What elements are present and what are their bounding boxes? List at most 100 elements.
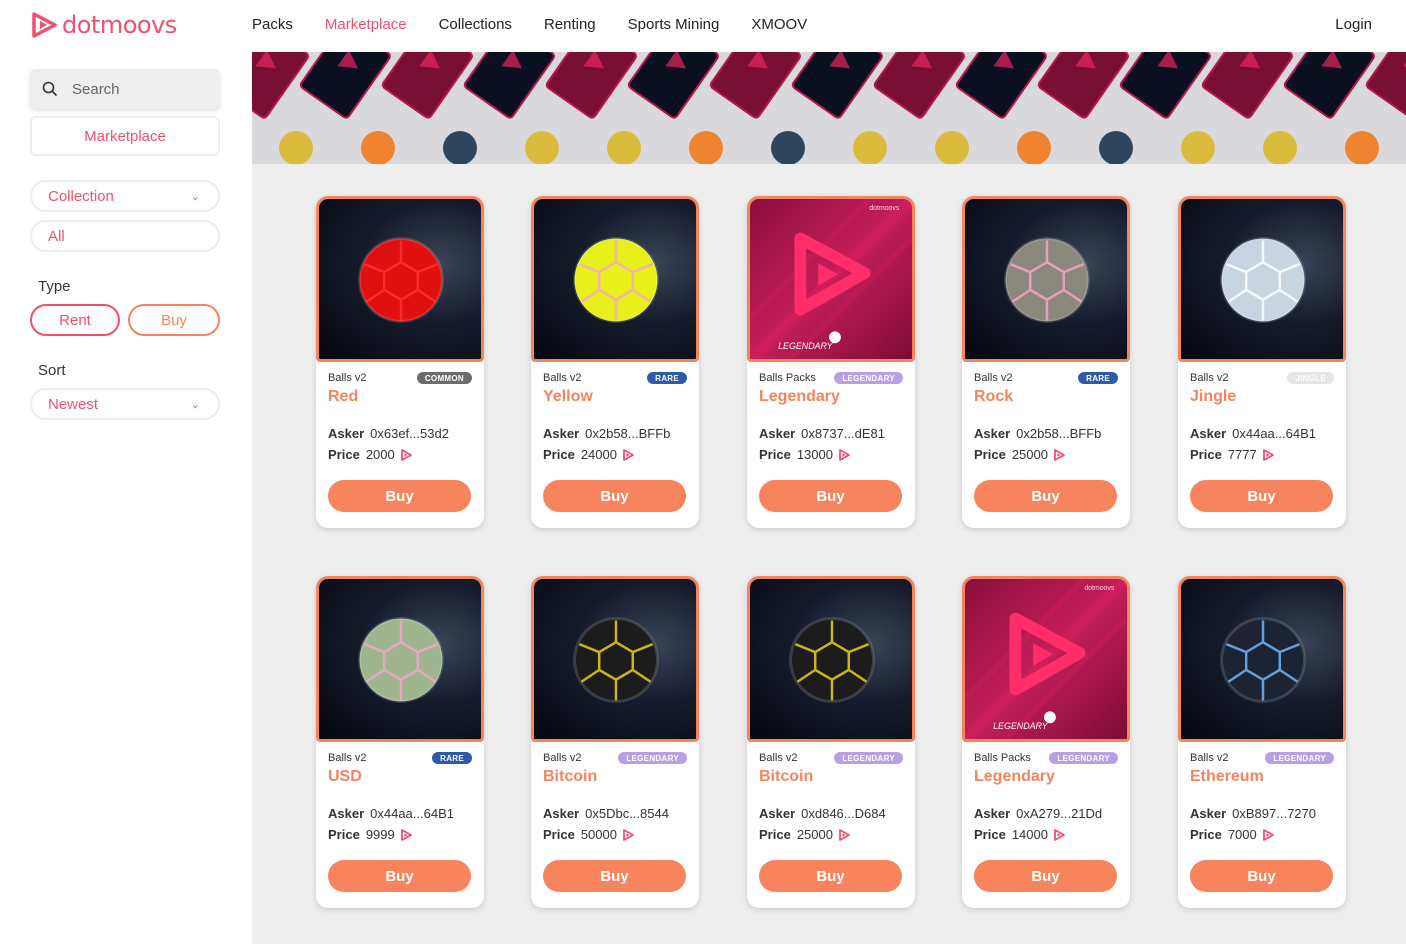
- search-input[interactable]: Search: [30, 69, 220, 109]
- buy-button[interactable]: Buy: [759, 480, 902, 512]
- card-price: Price 9999: [328, 827, 412, 842]
- nft-card[interactable]: Balls v2 JINGLE Jingle Asker 0x44aa...64B1 Pr…: [1178, 196, 1346, 528]
- price-value: 25000: [1011, 447, 1048, 462]
- dotmoovs-token-icon: [839, 448, 850, 461]
- chevron-down-icon: ⌄: [190, 398, 200, 411]
- asker-address: 0x63ef...53d2: [370, 426, 449, 441]
- banner-image: [252, 52, 1406, 164]
- nft-card[interactable]: Balls v2 RARE Yellow Asker 0x2b58...BFFb Pric…: [531, 196, 699, 528]
- dotmoovs-token-icon: [623, 828, 634, 841]
- nav-collections[interactable]: Collections: [439, 16, 512, 33]
- rarity-badge: LEGENDARY: [834, 372, 903, 384]
- card-collection: Balls v2: [543, 752, 582, 764]
- buy-button[interactable]: Buy: [328, 860, 471, 892]
- asker-address: 0x2b58...BFFb: [1016, 426, 1102, 441]
- marketplace-button[interactable]: Marketplace: [30, 116, 220, 156]
- card-price: Price 2000: [328, 447, 412, 462]
- card-price: Price 50000: [543, 827, 634, 842]
- chevron-down-icon: ⌄: [190, 190, 200, 203]
- asker-label: Asker: [759, 426, 796, 441]
- asker-address: 0xd846...D684: [801, 806, 886, 821]
- type-rent-button[interactable]: Rent: [30, 304, 120, 336]
- ball-image: [531, 576, 699, 742]
- brand-name: dotmoovs: [62, 11, 177, 39]
- nft-card[interactable]: Balls v2 RARE Rock Asker 0x2b58...BFFb Price 2…: [962, 196, 1130, 528]
- price-label: Price: [543, 827, 575, 842]
- price-label: Price: [759, 447, 791, 462]
- marketplace-grid-area: Balls v2 COMMON Red Asker 0x63ef...53d2 Price…: [252, 52, 1406, 944]
- card-asker: Asker 0x2b58...BFFb: [543, 426, 670, 441]
- card-collection: Balls Packs: [974, 752, 1031, 764]
- dotmoovs-token-icon: [1054, 448, 1065, 461]
- play-logo-icon: [32, 12, 57, 38]
- asker-address: 0x44aa...64B1: [370, 806, 454, 821]
- card-collection: Balls v2: [759, 752, 798, 764]
- buy-button[interactable]: Buy: [1190, 480, 1333, 512]
- nav-renting[interactable]: Renting: [544, 16, 596, 33]
- sort-select-value: Newest: [48, 395, 99, 413]
- nft-card[interactable]: dotmoovs LEGENDARY Balls Packs LEGENDARY Leg…: [962, 576, 1130, 908]
- nft-card[interactable]: Balls v2 RARE USD Asker 0x44aa...64B1 Price 99…: [316, 576, 484, 908]
- asker-label: Asker: [1190, 806, 1227, 821]
- card-collection: Balls v2: [974, 372, 1013, 384]
- hero-banner: [252, 52, 1406, 164]
- pack-brand-text: dotmoovs: [869, 205, 899, 212]
- card-asker: Asker 0xd846...D684: [759, 806, 886, 821]
- pack-label-text: LEGENDARY: [778, 341, 833, 351]
- card-collection: Balls v2: [1190, 372, 1229, 384]
- marketplace-page: dotmoovs Packs Marketplace Collections R…: [0, 0, 1406, 944]
- asker-address: 0x5Dbc...8544: [585, 806, 669, 821]
- asker-label: Asker: [974, 426, 1011, 441]
- asker-address: 0x2b58...BFFb: [585, 426, 671, 441]
- rarity-badge: RARE: [1078, 372, 1118, 384]
- ball-image: [747, 576, 915, 742]
- buy-button[interactable]: Buy: [974, 480, 1117, 512]
- buy-button[interactable]: Buy: [759, 860, 902, 892]
- asker-address: 0x44aa...64B1: [1232, 426, 1316, 441]
- buy-button[interactable]: Buy: [328, 480, 471, 512]
- collection-select-label: Collection: [48, 187, 114, 205]
- type-buy-button[interactable]: Buy: [128, 304, 220, 336]
- price-value: 25000: [796, 827, 833, 842]
- pack-brand-text: dotmoovs: [1084, 585, 1114, 592]
- price-value: 50000: [580, 827, 617, 842]
- login-link[interactable]: Login: [1335, 16, 1372, 33]
- ball-image: [531, 196, 699, 362]
- buy-button[interactable]: Buy: [543, 860, 686, 892]
- dotmoovs-token-icon: [839, 828, 850, 841]
- nav-xmoov[interactable]: XMOOV: [751, 16, 807, 33]
- price-value: 14000: [1011, 827, 1048, 842]
- rarity-badge: RARE: [432, 752, 472, 764]
- rarity-badge: LEGENDARY: [618, 752, 687, 764]
- search-icon: [42, 81, 58, 97]
- nft-card[interactable]: Balls v2 COMMON Red Asker 0x63ef...53d2 Price…: [316, 196, 484, 528]
- nft-card[interactable]: Balls v2 LEGENDARY Ethereum Asker 0xB897...7…: [1178, 576, 1346, 908]
- rarity-badge: RARE: [647, 372, 687, 384]
- dotmoovs-logo[interactable]: dotmoovs: [30, 10, 177, 40]
- collection-value-all[interactable]: All: [30, 220, 220, 252]
- buy-button[interactable]: Buy: [543, 480, 686, 512]
- price-value: 2000: [365, 447, 395, 462]
- dotmoovs-token-icon: [1054, 828, 1065, 841]
- buy-button[interactable]: Buy: [974, 860, 1117, 892]
- nav-sports-mining[interactable]: Sports Mining: [628, 16, 720, 33]
- card-name: USD: [328, 768, 362, 785]
- card-price: Price 25000: [974, 447, 1065, 462]
- nav-marketplace[interactable]: Marketplace: [325, 16, 407, 33]
- nft-card[interactable]: Balls v2 LEGENDARY Bitcoin Asker 0xd846...D6…: [747, 576, 915, 908]
- collection-select[interactable]: Collection ⌄: [30, 180, 220, 212]
- pack-label-text: LEGENDARY: [993, 721, 1048, 731]
- sort-select[interactable]: Newest ⌄: [30, 388, 220, 420]
- price-value: 24000: [580, 447, 617, 462]
- rarity-badge: JINGLE: [1287, 372, 1334, 384]
- ball-image: [1178, 576, 1346, 742]
- card-name: Red: [328, 388, 359, 405]
- nft-card[interactable]: Balls v2 LEGENDARY Bitcoin Asker 0x5Dbc...85…: [531, 576, 699, 908]
- nav-packs[interactable]: Packs: [252, 16, 293, 33]
- price-value: 7000: [1227, 827, 1257, 842]
- main-nav: Packs Marketplace Collections Renting Sp…: [252, 16, 807, 33]
- asker-label: Asker: [543, 426, 580, 441]
- buy-button[interactable]: Buy: [1190, 860, 1333, 892]
- card-asker: Asker 0x63ef...53d2: [328, 426, 449, 441]
- nft-card[interactable]: dotmoovs LEGENDARY Balls Packs LEGENDARY Leg…: [747, 196, 915, 528]
